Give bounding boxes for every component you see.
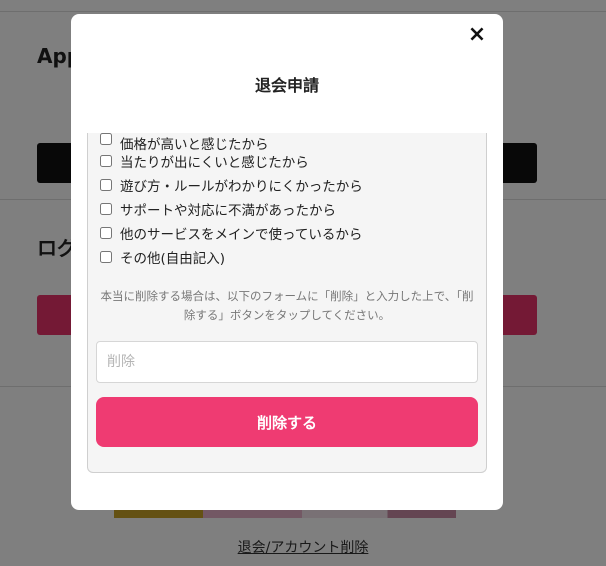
withdrawal-modal: × 退会申請 価格が高いと感じたから 当たりが出にくいと感じたから 遊び方・ルー… <box>71 14 503 510</box>
reason-checkbox[interactable] <box>100 133 112 145</box>
reason-label: 当たりが出にくいと感じたから <box>120 155 309 171</box>
reason-item[interactable]: 当たりが出にくいと感じたから <box>100 149 363 173</box>
delete-instruction-note: 本当に削除する場合は、以下のフォームに「削除」と入力した上で、「削除する」ボタン… <box>100 289 474 322</box>
delete-confirm-input[interactable] <box>96 341 478 383</box>
reason-list: 価格が高いと感じたから 当たりが出にくいと感じたから 遊び方・ルールがわかりにく… <box>100 133 363 269</box>
reason-item[interactable]: 価格が高いと感じたから <box>100 133 363 153</box>
reason-checkbox[interactable] <box>100 203 112 215</box>
reason-label: その他(自由記入) <box>120 251 226 267</box>
reason-item[interactable]: 遊び方・ルールがわかりにくかったから <box>100 173 363 197</box>
reason-item[interactable]: サポートや対応に不満があったから <box>100 197 363 221</box>
reason-checkbox[interactable] <box>100 155 112 167</box>
close-icon[interactable]: × <box>465 23 489 47</box>
reason-checkbox[interactable] <box>100 251 112 263</box>
reason-label: 価格が高いと感じたから <box>120 137 269 153</box>
reason-checkbox[interactable] <box>100 227 112 239</box>
reason-label: サポートや対応に不満があったから <box>120 203 336 219</box>
reason-checkbox[interactable] <box>100 179 112 191</box>
reason-label: 他のサービスをメインで使っているから <box>120 227 363 243</box>
reason-item[interactable]: 他のサービスをメインで使っているから <box>100 221 363 245</box>
withdrawal-form: 価格が高いと感じたから 当たりが出にくいと感じたから 遊び方・ルールがわかりにく… <box>87 133 487 473</box>
reason-label: 遊び方・ルールがわかりにくかったから <box>120 179 363 195</box>
delete-button[interactable]: 削除する <box>96 397 478 447</box>
reason-item[interactable]: その他(自由記入) <box>100 245 363 269</box>
modal-title: 退会申請 <box>254 76 319 95</box>
